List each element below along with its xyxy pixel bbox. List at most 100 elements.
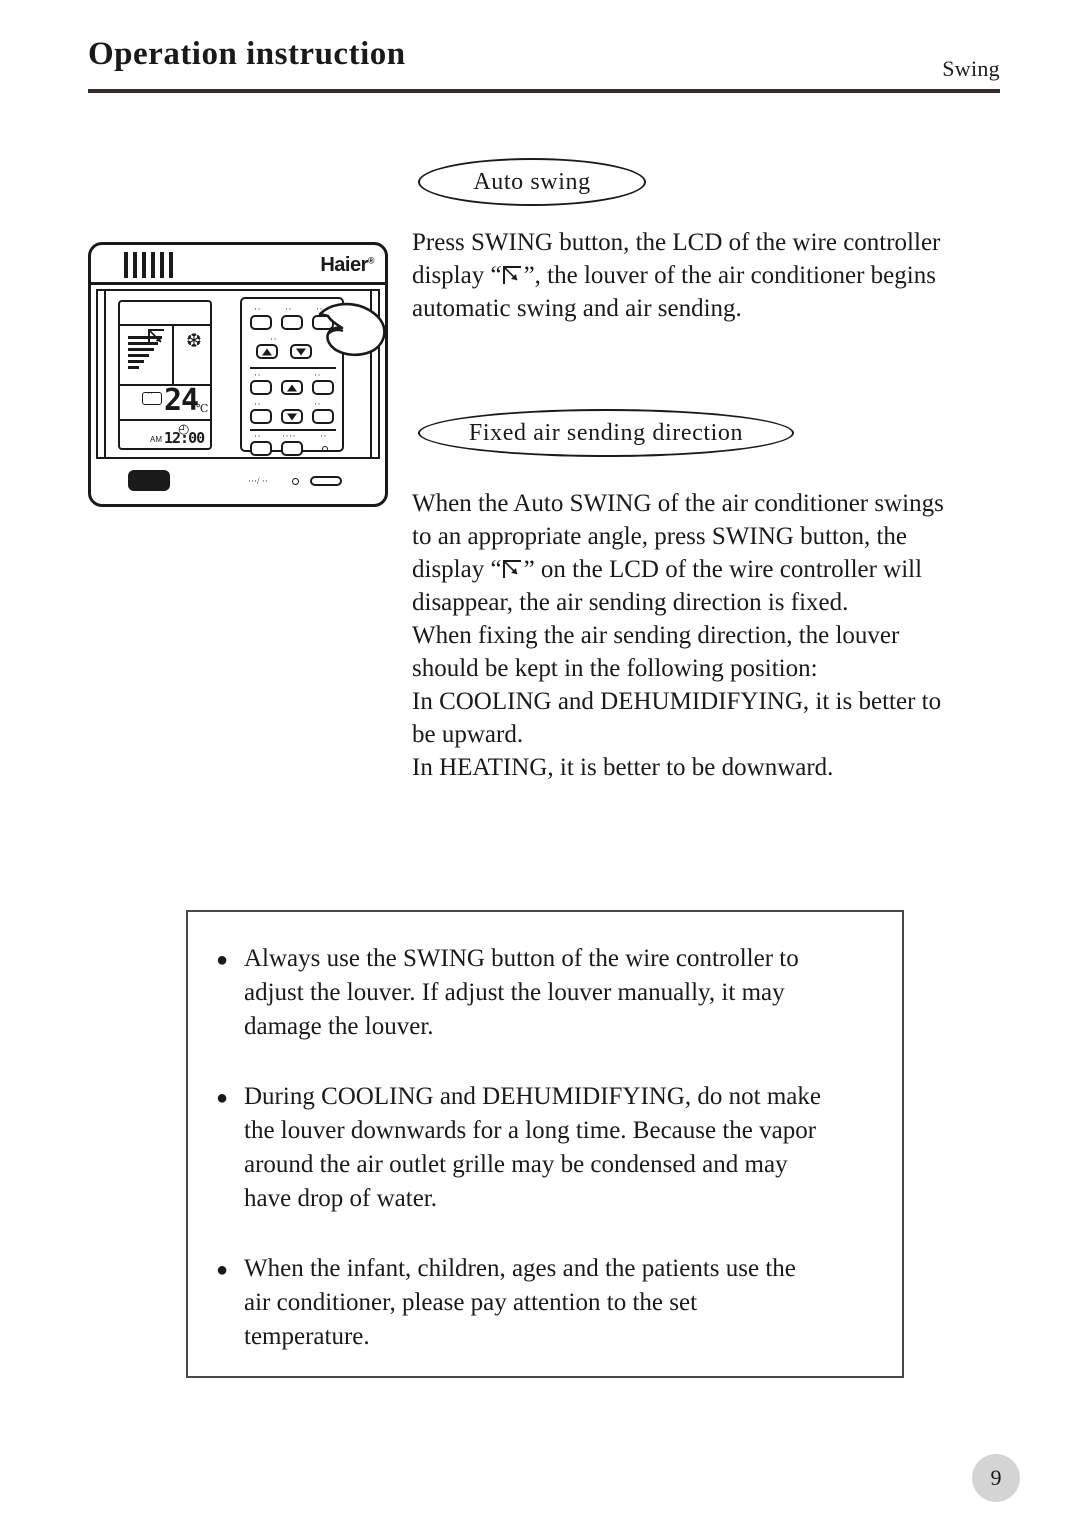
fixed-line-4: disappear, the air sending direction is … — [412, 589, 849, 616]
page-number-text: 9 — [990, 1465, 1002, 1490]
timer-off-button[interactable] — [312, 380, 334, 395]
fixed-direction-paragraph: When the Auto SWING of the air condition… — [412, 487, 1032, 784]
auto-swing-line-1: Press SWING button, the LCD of the wire … — [412, 229, 941, 256]
button-label-dots-9: ·· — [254, 431, 261, 441]
wire-controller-illustration: Haier® ❆ 24 ℃ ◴ AM 12:00 — [88, 242, 388, 507]
controller-bottom-pill-icon — [310, 476, 342, 486]
fixed-line-3b: ” on the LCD of the wire controller will — [523, 556, 923, 583]
lcd-display: ❆ 24 ℃ ◴ AM 12:00 — [118, 300, 212, 450]
auto-swing-caption: Auto swing — [418, 158, 646, 206]
mode-button[interactable] — [250, 315, 272, 330]
notice-list: ● Always use the SWING button of the wir… — [216, 942, 906, 1390]
controller-bottom-circle-icon — [292, 478, 299, 485]
page-header: Operation instruction Swing — [88, 36, 1000, 94]
fixed-line-9: In HEATING, it is better to be downward. — [412, 754, 834, 781]
fixed-line-6: should be kept in the following position… — [412, 655, 818, 682]
controller-top-divider — [88, 282, 388, 285]
notice-3-line-1: When the infant, children, ages and the … — [244, 1255, 796, 1282]
notice-item: ● When the infant, children, ages and th… — [216, 1252, 906, 1354]
lcd-time-value: 12:00 — [164, 429, 205, 447]
pointing-hand-icon — [316, 302, 388, 365]
notice-1-line-1: Always use the SWING button of the wire … — [244, 945, 799, 972]
auto-swing-line-2b: ”, the louver of the air conditioner beg… — [523, 262, 936, 289]
controller-bottom-marks: ···/ ·· — [248, 476, 268, 486]
status-led-icon — [322, 446, 328, 452]
notice-1-line-3: damage the louver. — [244, 1013, 434, 1040]
vent-slots-icon — [124, 252, 173, 278]
auto-swing-line-3: automatic swing and air sending. — [412, 295, 742, 322]
registered-mark: ® — [367, 255, 375, 266]
button-label-dots-8: ·· — [314, 399, 321, 409]
fixed-line-7: In COOLING and DEHUMIDIFYING, it is bett… — [412, 688, 942, 715]
section-label: Swing — [942, 56, 1000, 81]
fixed-line-2: to an appropriate angle, press SWING but… — [412, 523, 908, 550]
notice-bullet-icon: ● — [216, 1259, 229, 1281]
notice-2-line-4: have drop of water. — [244, 1185, 437, 1212]
clock-down-button[interactable] — [281, 409, 303, 424]
notice-text: During COOLING and DEHUMIDIFYING, do not… — [216, 1080, 906, 1216]
triangle-up-icon-2 — [287, 384, 297, 391]
button-label-dots-11: ·· — [320, 431, 327, 441]
triangle-up-icon — [262, 348, 272, 355]
notice-bullet-icon: ● — [216, 1087, 229, 1109]
haier-logo: Haier® — [320, 254, 374, 277]
triangle-down-icon — [296, 348, 306, 355]
fixed-line-3a: display “ — [412, 556, 502, 583]
notice-2-line-3: around the air outlet grille may be cond… — [244, 1151, 788, 1178]
notice-bullet-icon: ● — [216, 949, 229, 971]
swing-icon — [148, 329, 166, 347]
fixed-direction-caption-text: Fixed air sending direction — [468, 419, 744, 446]
swing-icon-inline-2 — [502, 560, 523, 580]
notice-2-line-1: During COOLING and DEHUMIDIFYING, do not… — [244, 1083, 822, 1110]
notice-1-line-2: adjust the louver. If adjust the louver … — [244, 979, 785, 1006]
button-label-dots-2: ·· — [285, 304, 292, 314]
notice-item: ● During COOLING and DEHUMIDIFYING, do n… — [216, 1080, 906, 1216]
temp-up-button[interactable] — [256, 344, 278, 359]
button-label-dots-5: ·· — [254, 370, 261, 380]
snowflake-icon: ❆ — [186, 331, 202, 352]
temp-down-button[interactable] — [290, 344, 312, 359]
fan-button[interactable] — [281, 315, 303, 330]
auto-swing-line-2a: display “ — [412, 262, 502, 289]
reset-button[interactable] — [250, 441, 272, 456]
controller-bottom-block — [128, 470, 170, 491]
notice-item: ● Always use the SWING button of the wir… — [216, 942, 906, 1044]
auto-swing-line-2: display “ ”, the louver of the air condit… — [412, 259, 1032, 292]
notice-3-line-3: temperature. — [244, 1323, 370, 1350]
lcd-vertical-divider — [172, 324, 174, 384]
clock-set-button[interactable] — [250, 409, 272, 424]
button-label-dots-7: ·· — [254, 399, 261, 409]
fixed-line-5: When fixing the air sending direction, t… — [412, 622, 900, 649]
fixed-direction-caption: Fixed air sending direction — [418, 409, 794, 457]
swing-icon-inline-1 — [502, 266, 523, 286]
fixed-line-8: be upward. — [412, 721, 524, 748]
button-label-dots-1: ·· — [254, 304, 261, 314]
button-label-dots-10: ···· — [282, 431, 296, 441]
button-label-dots-6: ·· — [314, 370, 321, 380]
pad-divider-1 — [250, 367, 336, 369]
lcd-temperature-value: 24 — [164, 383, 199, 418]
triangle-down-icon-2 — [287, 413, 297, 420]
notice-text: When the infant, children, ages and the … — [216, 1252, 906, 1354]
haier-logo-text: Haier — [320, 254, 368, 276]
timer-on-button[interactable] — [250, 380, 272, 395]
page-title: Operation instruction — [88, 36, 406, 72]
cancel-button[interactable] — [312, 409, 334, 424]
clock-up-button[interactable] — [281, 380, 303, 395]
fixed-line-1: When the Auto SWING of the air condition… — [412, 490, 944, 517]
lcd-temperature-unit: ℃ — [196, 403, 209, 415]
auto-swing-paragraph: Press SWING button, the LCD of the wire … — [412, 226, 1032, 325]
lcd-ampm-label: AM — [150, 435, 162, 444]
notice-3-line-2: air conditioner, please pay attention to… — [244, 1289, 698, 1316]
notice-2-line-2: the louver downwards for a long time. Be… — [244, 1117, 817, 1144]
auto-swing-caption-text: Auto swing — [473, 168, 591, 195]
button-label-dots-4: ·· — [270, 334, 277, 344]
power-button[interactable] — [281, 441, 303, 456]
notice-text: Always use the SWING button of the wire … — [216, 942, 906, 1044]
lcd-divider-1 — [120, 324, 210, 326]
set-temp-label-box — [142, 388, 162, 405]
lcd-divider-3 — [120, 419, 210, 421]
header-divider — [88, 89, 1000, 93]
page-number: 9 — [972, 1454, 1020, 1502]
fixed-line-3: display “ ” on the LCD of the wire contro… — [412, 553, 1032, 586]
